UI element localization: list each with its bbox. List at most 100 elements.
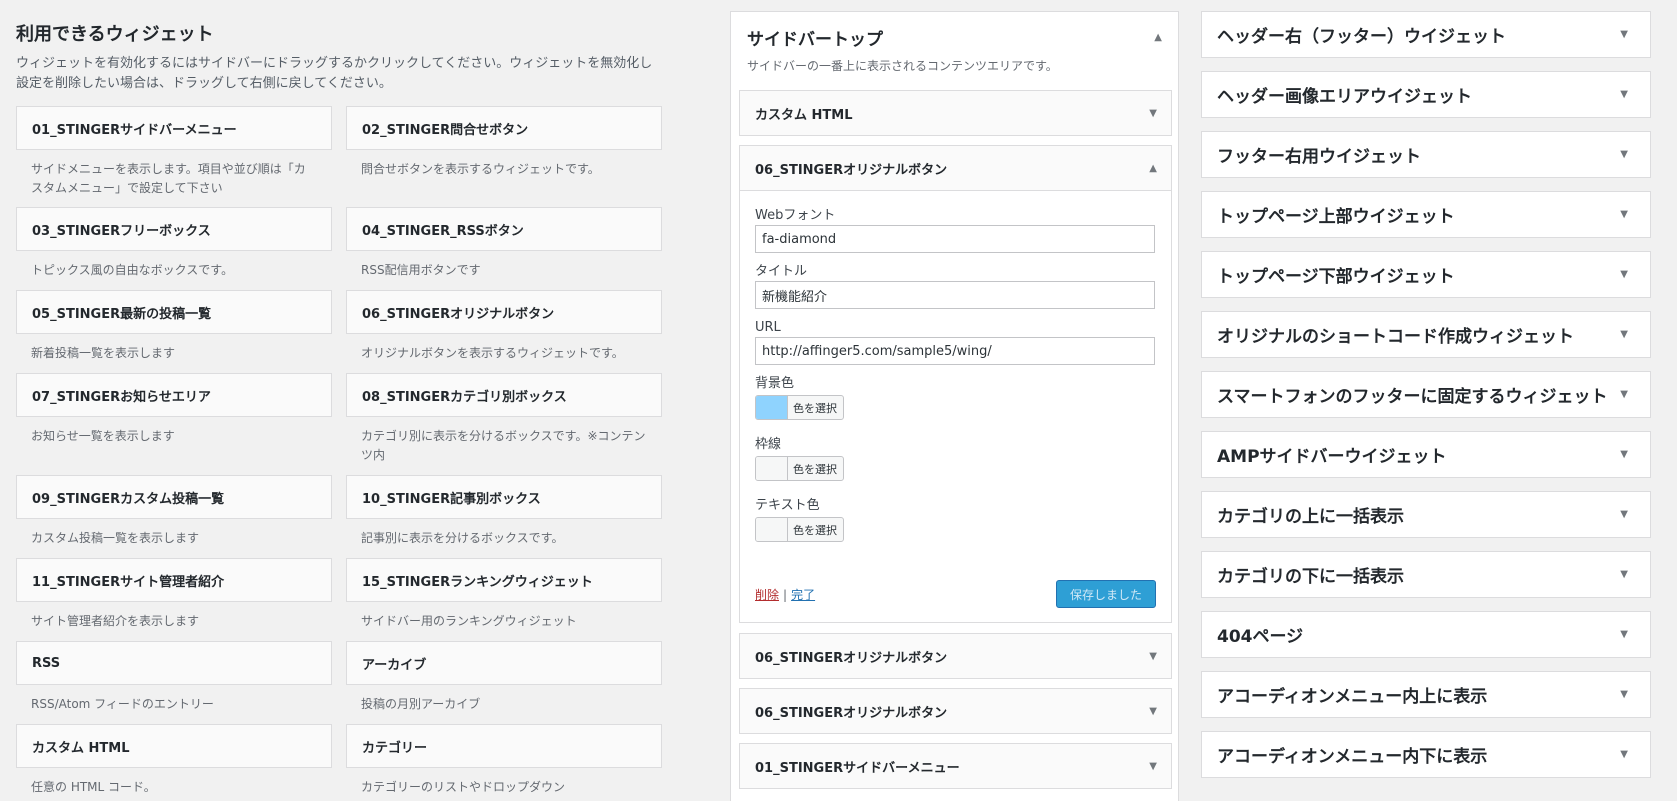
widget-title[interactable]: 02_STINGER問合せボタン [346, 106, 662, 150]
widget-item[interactable]: 08_STINGERカテゴリ別ボックス カテゴリ別に表示を分けるボックスです。※… [346, 373, 662, 465]
sidebar-widget-header[interactable]: カスタム HTML ▼ [740, 91, 1171, 135]
widget-item[interactable]: カスタム HTML 任意の HTML コード。 [16, 724, 332, 797]
expand-arrow-icon[interactable]: ▼ [1620, 149, 1628, 160]
bg-color-picker[interactable]: 色を選択 [755, 395, 844, 420]
widget-area-header[interactable]: アコーディオンメニュー内下に表示 ▼ [1201, 731, 1651, 778]
widget-area-header[interactable]: フッター右用ウイジェット ▼ [1201, 131, 1651, 178]
expand-arrow-icon[interactable]: ▼ [1620, 509, 1628, 520]
sidebar-widget-title: 06_STINGERオリジナルボタン [755, 705, 948, 721]
widget-desc: RSS配信用ボタンです [361, 263, 481, 277]
sidebar-top-area: サイドバートップ ▲ サイドバーの一番上に表示されるコンテンツエリアです。 カス… [730, 11, 1179, 801]
widget-desc: サイドメニューを表示します。項目や並び順は「カスタムメニュー」で設定して下さい [31, 162, 306, 195]
border-color-picker[interactable]: 色を選択 [755, 456, 844, 481]
widget-area-title: スマートフォンのフッターに固定するウィジェット [1217, 387, 1608, 407]
widget-links: 削除 | 完了 [755, 586, 815, 603]
available-widgets-desc: ウィジェットを有効化するにはサイドバーにドラッグするかクリックしてください。ウィ… [16, 56, 653, 91]
widget-title[interactable]: 08_STINGERカテゴリ別ボックス [346, 373, 662, 417]
border-color-swatch [756, 457, 788, 480]
widget-area-title: ヘッダー画像エリアウイジェット [1217, 87, 1472, 107]
widget-title[interactable]: 07_STINGERお知らせエリア [16, 373, 332, 417]
widget-title[interactable]: カスタム HTML [16, 724, 332, 768]
sidebar-widget-title: カスタム HTML [755, 107, 853, 123]
expand-arrow-icon[interactable]: ▼ [1149, 651, 1157, 662]
widget-title[interactable]: 01_STINGERサイドバーメニュー [16, 106, 332, 150]
widget-title[interactable]: 15_STINGERランキングウィジェット [346, 558, 662, 602]
widget-item[interactable]: 15_STINGERランキングウィジェット サイドバー用のランキングウィジェット [346, 558, 662, 631]
widget-item[interactable]: RSS RSS/Atom フィードのエントリー [16, 641, 332, 714]
widget-area-header[interactable]: ヘッダー画像エリアウイジェット ▼ [1201, 71, 1651, 118]
widget-area-header[interactable]: 404ページ ▼ [1201, 611, 1651, 658]
expand-arrow-icon[interactable]: ▼ [1620, 389, 1628, 400]
webfont-label: Webフォント [755, 208, 836, 223]
expand-arrow-icon[interactable]: ▼ [1620, 689, 1628, 700]
widget-item[interactable]: カテゴリー カテゴリーのリストやドロップダウン [346, 724, 662, 797]
widget-area-header[interactable]: トップページ上部ウイジェット ▼ [1201, 191, 1651, 238]
widget-title[interactable]: 09_STINGERカスタム投稿一覧 [16, 475, 332, 519]
widget-area-header[interactable]: ヘッダー右（フッター）ウイジェット ▼ [1201, 11, 1651, 58]
sidebar-widget-header[interactable]: 06_STINGERオリジナルボタン ▲ [740, 146, 1171, 190]
sidebar-widget[interactable]: 01_STINGERサイドバーメニュー ▼ [739, 743, 1172, 789]
widget-title[interactable]: 04_STINGER_RSSボタン [346, 207, 662, 251]
save-button[interactable]: 保存しました [1056, 580, 1156, 608]
expand-arrow-icon[interactable]: ▼ [1620, 329, 1628, 340]
widget-item[interactable]: 01_STINGERサイドバーメニュー サイドメニューを表示します。項目や並び順… [16, 106, 332, 198]
widget-area-title: オリジナルのショートコード作成ウィジェット [1217, 327, 1574, 347]
sidebar-widget-header[interactable]: 01_STINGERサイドバーメニュー ▼ [740, 744, 1171, 788]
done-link[interactable]: 完了 [791, 588, 815, 602]
widget-item[interactable]: 10_STINGER記事別ボックス 記事別に表示を分けるボックスです。 [346, 475, 662, 548]
sidebar-widget-header[interactable]: 06_STINGERオリジナルボタン ▼ [740, 634, 1171, 678]
sidebar-top-header[interactable]: サイドバートップ ▲ [731, 18, 1178, 56]
widget-area-header[interactable]: トップページ下部ウイジェット ▼ [1201, 251, 1651, 298]
expand-arrow-icon[interactable]: ▼ [1620, 749, 1628, 760]
widget-area-header[interactable]: オリジナルのショートコード作成ウィジェット ▼ [1201, 311, 1651, 358]
widget-item[interactable]: 04_STINGER_RSSボタン RSS配信用ボタンです [346, 207, 662, 280]
widget-area-header[interactable]: カテゴリの下に一括表示 ▼ [1201, 551, 1651, 598]
url-input[interactable]: http://affinger5.com/sample5/wing/ [755, 337, 1155, 365]
widget-item[interactable]: 09_STINGERカスタム投稿一覧 カスタム投稿一覧を表示します [16, 475, 332, 548]
title-input[interactable]: 新機能紹介 [755, 281, 1155, 309]
sidebar-widget[interactable]: 06_STINGERオリジナルボタン ▼ [739, 688, 1172, 734]
widget-item[interactable]: 11_STINGERサイト管理者紹介 サイト管理者紹介を表示します [16, 558, 332, 631]
widget-item[interactable]: 03_STINGERフリーボックス トピックス風の自由なボックスです。 [16, 207, 332, 280]
expand-arrow-icon[interactable]: ▼ [1149, 108, 1157, 119]
widget-desc: カテゴリ別に表示を分けるボックスです。※コンテンツ内 [361, 429, 646, 462]
widget-item[interactable]: 07_STINGERお知らせエリア お知らせ一覧を表示します [16, 373, 332, 446]
expand-arrow-icon[interactable]: ▼ [1149, 761, 1157, 772]
widget-area-header[interactable]: アコーディオンメニュー内上に表示 ▼ [1201, 671, 1651, 718]
widget-title[interactable]: 10_STINGER記事別ボックス [346, 475, 662, 519]
sidebar-widget-header[interactable]: 06_STINGERオリジナルボタン ▼ [740, 689, 1171, 733]
expand-arrow-icon[interactable]: ▼ [1149, 706, 1157, 717]
sidebar-widget[interactable]: カスタム HTML ▼ [739, 90, 1172, 136]
widget-desc: RSS/Atom フィードのエントリー [31, 697, 214, 711]
collapse-arrow-icon[interactable]: ▲ [1154, 32, 1162, 43]
sidebar-widget[interactable]: 06_STINGERオリジナルボタン ▼ [739, 633, 1172, 679]
bg-color-swatch [756, 396, 788, 419]
expand-arrow-icon[interactable]: ▼ [1620, 629, 1628, 640]
widget-area-header[interactable]: AMPサイドバーウイジェット ▼ [1201, 431, 1651, 478]
expand-arrow-icon[interactable]: ▼ [1620, 29, 1628, 40]
widget-title[interactable]: 11_STINGERサイト管理者紹介 [16, 558, 332, 602]
widget-title[interactable]: RSS [16, 641, 332, 685]
expand-arrow-icon[interactable]: ▼ [1620, 269, 1628, 280]
widget-title[interactable]: 05_STINGER最新の投稿一覧 [16, 290, 332, 334]
expand-arrow-icon[interactable]: ▼ [1620, 89, 1628, 100]
widget-title[interactable]: カテゴリー [346, 724, 662, 768]
widget-item[interactable]: 05_STINGER最新の投稿一覧 新着投稿一覧を表示します [16, 290, 332, 363]
expand-arrow-icon[interactable]: ▼ [1620, 569, 1628, 580]
text-color-picker[interactable]: 色を選択 [755, 517, 844, 542]
widget-title[interactable]: アーカイブ [346, 641, 662, 685]
sidebar-widget-expanded[interactable]: 06_STINGERオリジナルボタン ▲ Webフォント fa-diamond … [739, 145, 1172, 623]
widget-item[interactable]: 06_STINGERオリジナルボタン オリジナルボタンを表示するウィジェットです… [346, 290, 662, 363]
webfont-input[interactable]: fa-diamond [755, 225, 1155, 253]
widget-area-header[interactable]: スマートフォンのフッターに固定するウィジェット ▼ [1201, 371, 1651, 418]
widget-title[interactable]: 06_STINGERオリジナルボタン [346, 290, 662, 334]
delete-link[interactable]: 削除 [755, 588, 779, 602]
widget-item[interactable]: アーカイブ 投稿の月別アーカイブ [346, 641, 662, 714]
widget-area-header[interactable]: カテゴリの上に一括表示 ▼ [1201, 491, 1651, 538]
collapse-arrow-icon[interactable]: ▲ [1149, 163, 1157, 174]
widget-title[interactable]: 03_STINGERフリーボックス [16, 207, 332, 251]
widget-item[interactable]: 02_STINGER問合せボタン 問合せボタンを表示するウィジェットです。 [346, 106, 662, 179]
expand-arrow-icon[interactable]: ▼ [1620, 209, 1628, 220]
expand-arrow-icon[interactable]: ▼ [1620, 449, 1628, 460]
widget-desc: トピックス風の自由なボックスです。 [31, 263, 234, 277]
